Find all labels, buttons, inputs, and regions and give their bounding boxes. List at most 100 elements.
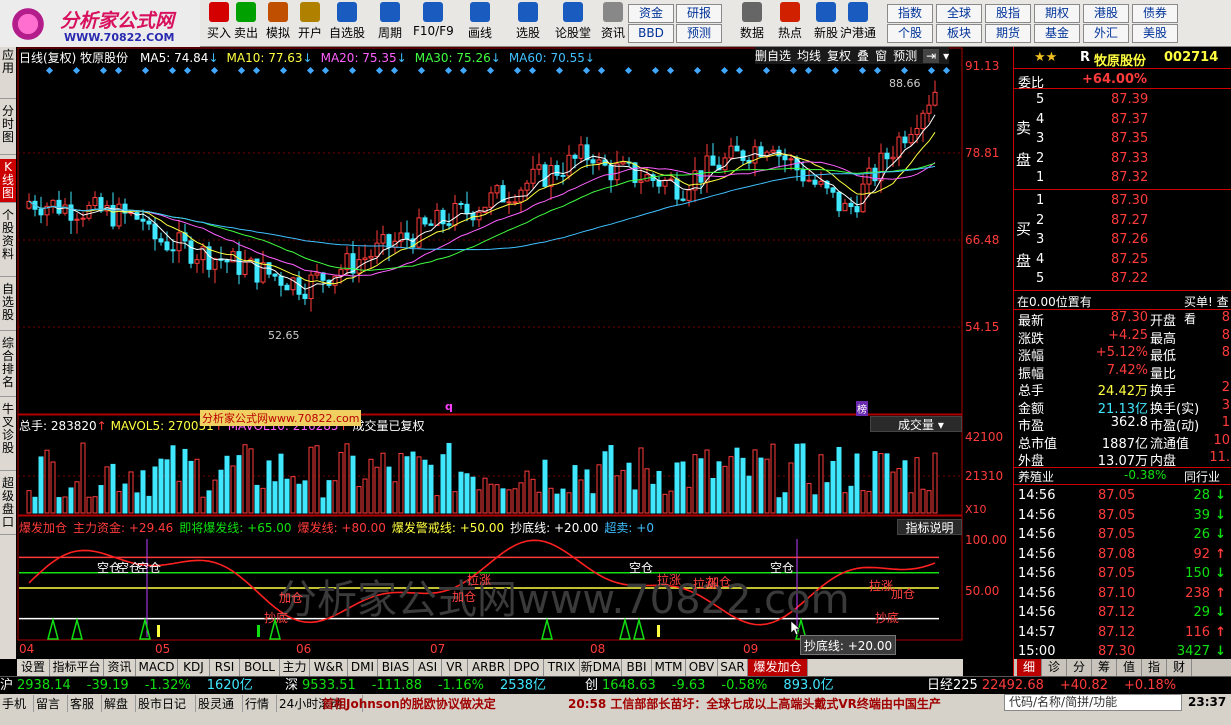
toolbar-small-button-10[interactable]: 个股 (887, 24, 933, 43)
status-item-5[interactable]: 股灵通 (196, 695, 243, 712)
toolbar-button-7[interactable]: 画线 (460, 2, 500, 44)
toolbar-small-button-8[interactable]: 港股 (1083, 4, 1129, 23)
toolbar-small-button-14[interactable]: 外汇 (1083, 24, 1129, 43)
indicator-tab-14[interactable]: DPO (510, 659, 544, 676)
indicator-tab-6[interactable]: BOLL (240, 659, 280, 676)
buy-order-row[interactable]: 5 87.22 (1036, 271, 1231, 289)
leftnav-item-1[interactable]: 分时图 (0, 103, 16, 155)
right-tab-3[interactable]: 筹 (1092, 659, 1117, 676)
index-item-0[interactable]: 沪 2938.14 -39.19 -1.32% 1620亿 (0, 677, 253, 695)
chart-tool-2[interactable]: 复权 (827, 49, 851, 63)
toolbar-small-button-2[interactable]: BBD (628, 24, 674, 43)
indicator-tab-11[interactable]: ASI (414, 659, 442, 676)
sell-order-row[interactable]: 1 87.32 (1036, 170, 1231, 188)
right-tab-5[interactable]: 指 (1142, 659, 1167, 676)
toolbar-button-14[interactable]: 沪港通 (838, 2, 878, 44)
indicator-tab-19[interactable]: OBV (686, 659, 718, 676)
indicator-tab-2[interactable]: 资讯 (104, 659, 136, 676)
indicator-tab-4[interactable]: KDJ (178, 659, 210, 676)
indicator-tab-8[interactable]: W&R (310, 659, 348, 676)
toolbar-button-5[interactable]: 周期 (370, 2, 410, 44)
right-tab-2[interactable]: 分 (1067, 659, 1092, 676)
chart-tool-4[interactable]: 窗 (875, 49, 887, 63)
chart-tool-0[interactable]: 删自选 (755, 49, 791, 63)
indicator-tab-13[interactable]: ARBR (468, 659, 510, 676)
code-search-input[interactable]: 代码/名称/简拼/功能 (1004, 694, 1182, 711)
indicator-tab-21[interactable]: 爆发加仓 (748, 659, 808, 676)
indicator-tab-7[interactable]: 主力 (280, 659, 310, 676)
toolbar-small-button-5[interactable]: 全球 (936, 4, 982, 23)
toolbar-small-button-3[interactable]: 预测 (676, 24, 722, 43)
index-item-2[interactable]: 创 1648.63 -9.63 -0.58% 893.0亿 (585, 677, 834, 695)
index-item-3[interactable]: 日经225 22492.68 +40.82 +0.18% (927, 677, 1192, 695)
leftnav-item-0[interactable]: 应用 (0, 47, 16, 99)
sell-order-row[interactable]: 3 87.35 (1036, 131, 1231, 149)
same-industry-link[interactable]: 同行业 (1184, 468, 1220, 485)
leftnav-item-7[interactable]: 超级盘口 (0, 475, 16, 535)
toolbar-button-11[interactable]: 数据 (732, 2, 772, 44)
chart-tool-3[interactable]: 叠 (857, 49, 869, 63)
toolbar-small-button-15[interactable]: 美股 (1132, 24, 1178, 43)
leftnav-item-6[interactable]: 牛叉诊股 (0, 401, 16, 471)
kline-chart-area[interactable]: 日线(复权) 牧原股份 MA5: 74.84↓ MA10: 77.63↓ MA20:… (17, 47, 1007, 659)
chart-tool-5[interactable]: 预测 (893, 49, 917, 63)
indicator-tab-0[interactable]: 设置 (17, 659, 50, 676)
indicator-tab-9[interactable]: DMI (348, 659, 378, 676)
leftnav-item-4[interactable]: 自选股 (0, 281, 16, 331)
toolbar-small-button-7[interactable]: 期权 (1034, 4, 1080, 23)
toolbar-button-8[interactable]: 选股 (508, 2, 548, 44)
toolbar-small-button-13[interactable]: 基金 (1034, 24, 1080, 43)
toolbar-small-button-12[interactable]: 期货 (985, 24, 1031, 43)
status-item-1[interactable]: 留言 (34, 695, 68, 712)
toolbar-button-10[interactable]: 资讯 (593, 2, 633, 44)
buy-order-row[interactable]: 2 87.27 (1036, 213, 1231, 231)
indicator-tab-12[interactable]: VR (442, 659, 468, 676)
indicator-tab-1[interactable]: 指标平台 (50, 659, 104, 676)
status-item-3[interactable]: 解盘 (102, 695, 136, 712)
status-item-2[interactable]: 客服 (68, 695, 102, 712)
news-ticker-2[interactable]: 20:58 工信部部长苗圩：全球七成以上高端头戴式VR终端由中国生产 (568, 695, 941, 712)
toolbar-small-button-0[interactable]: 资金 (628, 4, 674, 23)
window-switch-icon[interactable]: ⇥ (923, 49, 940, 63)
sell-order-row[interactable]: 5 87.39 (1036, 92, 1231, 110)
status-item-0[interactable]: 手机 (0, 695, 34, 712)
toolbar-small-button-4[interactable]: 指数 (887, 4, 933, 23)
buy-order-row[interactable]: 4 87.25 (1036, 252, 1231, 270)
indicator-tab-15[interactable]: TRIX (544, 659, 580, 676)
toolbar-button-12[interactable]: 热点 (770, 2, 810, 44)
status-item-6[interactable]: 行情 (243, 695, 277, 712)
index-item-1[interactable]: 深 9533.51 -111.88 -1.16% 2538亿 (285, 677, 546, 695)
toolbar-button-6[interactable]: F10/F9 (413, 2, 454, 44)
indicator-tab-10[interactable]: BIAS (378, 659, 414, 676)
chart-tool-1[interactable]: 均线 (797, 49, 821, 63)
leftnav-item-5[interactable]: 综合排名 (0, 335, 16, 397)
toolbar-small-button-1[interactable]: 研报 (676, 4, 722, 23)
sector-name[interactable]: 养殖业 (1018, 468, 1054, 485)
indicator-tab-3[interactable]: MACD (136, 659, 178, 676)
right-tab-6[interactable]: 财 (1167, 659, 1192, 676)
toolbar-button-4[interactable]: 自选股 (327, 2, 367, 44)
sell-order-row[interactable]: 2 87.33 (1036, 151, 1231, 169)
toolbar-button-9[interactable]: 论股堂 (553, 2, 593, 44)
volume-indicator-select[interactable]: 成交量 ▾ (870, 416, 962, 432)
indicator-tab-5[interactable]: RSI (210, 659, 240, 676)
right-tab-4[interactable]: 值 (1117, 659, 1142, 676)
indicator-tab-16[interactable]: 新DMA (580, 659, 622, 676)
buy-order-row[interactable]: 1 87.30 (1036, 193, 1231, 211)
chevron-down-icon[interactable]: ▾ (943, 49, 949, 63)
indicator-tab-20[interactable]: SAR (718, 659, 748, 676)
toolbar-small-button-11[interactable]: 板块 (936, 24, 982, 43)
toolbar-small-button-9[interactable]: 债券 (1132, 4, 1178, 23)
indicator-tab-17[interactable]: BBI (622, 659, 652, 676)
leftnav-item-3[interactable]: 个股资料 (0, 207, 16, 277)
toolbar-button-3[interactable]: 开户 (290, 2, 330, 44)
leftnav-item-2[interactable]: K线图 (0, 159, 16, 203)
right-tab-1[interactable]: 诊 (1042, 659, 1067, 676)
sell-order-row[interactable]: 4 87.37 (1036, 112, 1231, 130)
indicator-help-button[interactable]: 指标说明 (897, 519, 962, 535)
indicator-tab-18[interactable]: MTM (652, 659, 686, 676)
buy-order-row[interactable]: 3 87.26 (1036, 232, 1231, 250)
right-tab-0[interactable]: 细 (1017, 659, 1042, 676)
status-item-4[interactable]: 股市日记 (136, 695, 196, 712)
news-ticker-1[interactable]: 首相Johnson的脱欧协议做决定 (322, 695, 496, 712)
